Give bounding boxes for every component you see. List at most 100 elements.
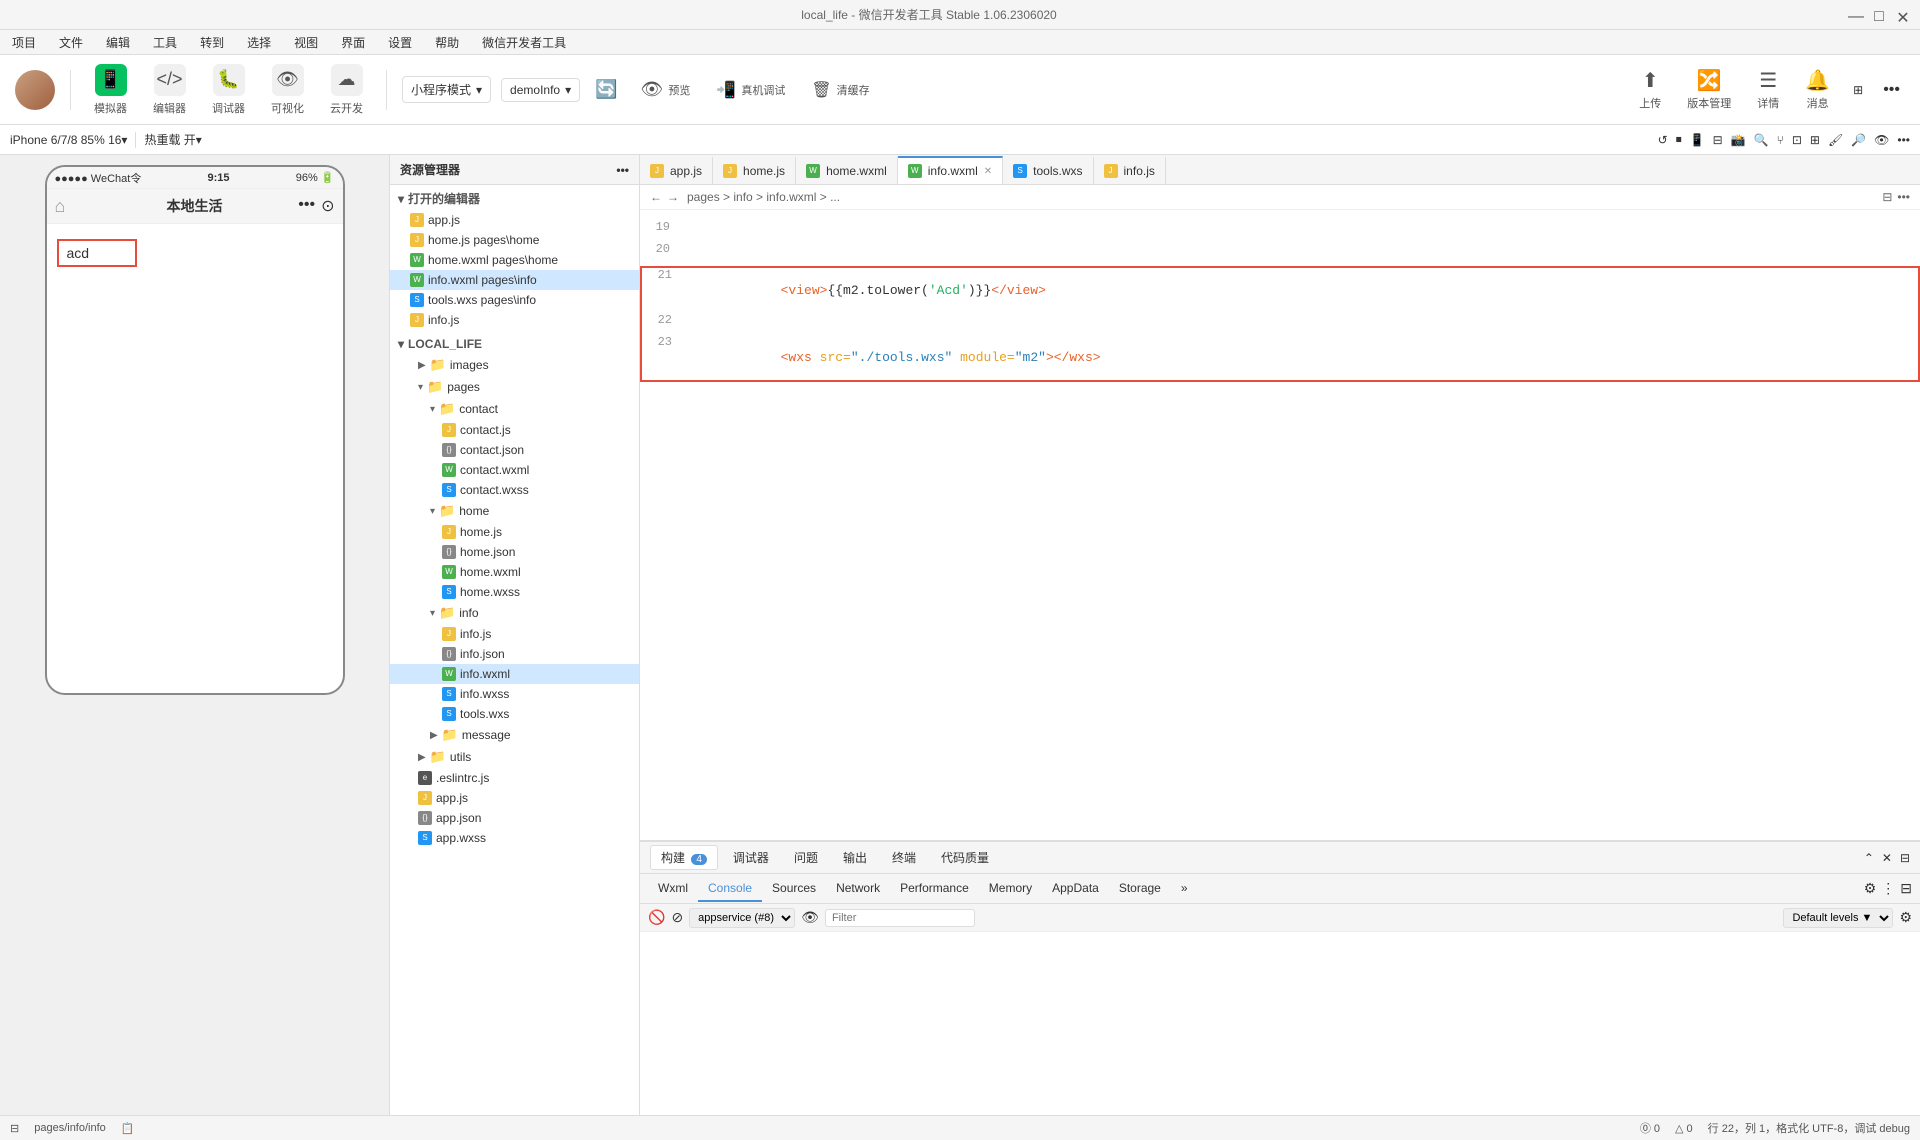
file-contact-wxss[interactable]: S contact.wxss — [390, 480, 639, 500]
cloud-button[interactable]: ☁ 云开发 — [322, 64, 371, 116]
folder-info[interactable]: ▾ 📁 info — [390, 602, 639, 624]
open-file-home-wxml[interactable]: W home.wxml pages\home — [390, 250, 639, 270]
version-manage-button[interactable]: 🔀 版本管理 — [1679, 64, 1739, 115]
file-info-wxss[interactable]: S info.wxss — [390, 684, 639, 704]
phone-icon[interactable]: 📱 — [1690, 133, 1705, 147]
devtools-settings-icon[interactable]: ⚙ — [1864, 880, 1877, 897]
menu-item-help[interactable]: 帮助 — [431, 32, 463, 53]
log-level-select[interactable]: Default levels ▼ — [1783, 908, 1893, 928]
minimize-button[interactable]: — — [1848, 8, 1862, 22]
git-icon[interactable]: ⑂ — [1777, 133, 1784, 147]
menu-item-project[interactable]: 项目 — [8, 32, 40, 53]
phone-menu-icon[interactable]: ••• — [298, 196, 315, 216]
bottom-panel-expand-icon[interactable]: ⌃ — [1864, 851, 1874, 865]
tab-info-wxml[interactable]: W info.wxml ✕ — [898, 156, 1003, 184]
outline-icon[interactable]: ⊟ — [1882, 190, 1892, 204]
phone-close-icon[interactable]: ⊙ — [321, 196, 334, 216]
devtools-tab-appdata[interactable]: AppData — [1042, 876, 1109, 902]
devtools-tab-network[interactable]: Network — [826, 876, 890, 902]
open-file-app-js[interactable]: J app.js — [390, 210, 639, 230]
menu-item-goto[interactable]: 转到 — [196, 32, 228, 53]
devtools-tab-wxml[interactable]: Wxml — [648, 876, 698, 902]
phone-back-icon[interactable]: ⌂ — [55, 196, 66, 217]
file-home-wxss[interactable]: S home.wxss — [390, 582, 639, 602]
bottom-tab-build[interactable]: 构建 4 — [650, 845, 718, 870]
file-tree-more-icon[interactable]: ••• — [616, 163, 629, 177]
console-settings-icon[interactable]: ⚙ — [1899, 909, 1912, 926]
inspect-icon[interactable]: 🔎 — [1851, 133, 1866, 147]
more-editor-icon[interactable]: ••• — [1897, 190, 1910, 204]
console-clear-icon[interactable]: 🚫 — [648, 909, 665, 926]
tab-info-js[interactable]: J info.js — [1094, 156, 1166, 184]
upload-button[interactable]: ⬆ 上传 — [1631, 64, 1669, 115]
project-title[interactable]: ▾ LOCAL_LIFE — [390, 334, 639, 354]
file-home-js[interactable]: J home.js — [390, 522, 639, 542]
clear-cache-button[interactable]: 🗑 清缓存 — [803, 80, 877, 100]
viewable-button[interactable]: 👁 可视化 — [263, 64, 312, 116]
file-info-wxml[interactable]: W info.wxml — [390, 664, 639, 684]
tab-app-js[interactable]: J app.js — [640, 156, 713, 184]
file-contact-json[interactable]: {} contact.json — [390, 440, 639, 460]
line-content-23[interactable]: <wxs src="./tools.wxs" module="m2"></wxs… — [687, 335, 1908, 380]
file-contact-wxml[interactable]: W contact.wxml — [390, 460, 639, 480]
more-toolbar-icon[interactable]: ⊡ — [1792, 133, 1802, 147]
refresh-icon[interactable]: ↺ — [1658, 133, 1668, 147]
bottom-tab-code-quality[interactable]: 代码质量 — [931, 846, 999, 869]
simulator-button[interactable]: 📱 模拟器 — [86, 64, 135, 116]
hot-reload-toggle[interactable]: 热重载 开▾ — [144, 131, 201, 148]
more-second-toolbar-icon[interactable]: ••• — [1897, 133, 1910, 147]
devtools-tab-console[interactable]: Console — [698, 876, 762, 902]
tab-close-icon[interactable]: ✕ — [984, 166, 992, 177]
bottom-tab-output[interactable]: 输出 — [833, 846, 877, 869]
bottom-tab-terminal[interactable]: 终端 — [882, 846, 926, 869]
menu-item-wechat-dev[interactable]: 微信开发者工具 — [478, 32, 570, 53]
tab-tools-wxs[interactable]: S tools.wxs — [1003, 156, 1093, 184]
open-editors-title[interactable]: ▾ 打开的编辑器 — [390, 187, 639, 210]
file-app-js[interactable]: J app.js — [390, 788, 639, 808]
details-button[interactable]: ☰ 详情 — [1749, 64, 1787, 115]
line-content-21[interactable]: <view>{{m2.toLower('Acd')}}</view> — [687, 268, 1908, 313]
device-select[interactable]: iPhone 6/7/8 85% 16▾ — [10, 133, 127, 147]
grid2-icon[interactable]: ⊞ — [1810, 133, 1820, 147]
menu-item-interface[interactable]: 界面 — [337, 32, 369, 53]
open-file-tools-wxs[interactable]: S tools.wxs pages\info — [390, 290, 639, 310]
demo-select[interactable]: demoInfo ▾ — [501, 78, 580, 102]
console-filter-input[interactable] — [825, 909, 975, 927]
nav-back-icon[interactable]: ← — [650, 190, 662, 204]
file-eslintrc[interactable]: e .eslintrc.js — [390, 768, 639, 788]
file-contact-js[interactable]: J contact.js — [390, 420, 639, 440]
open-file-info-js[interactable]: J info.js — [390, 310, 639, 330]
file-app-json[interactable]: {} app.json — [390, 808, 639, 828]
folder-pages[interactable]: ▾ 📁 pages — [390, 376, 639, 398]
screenshot-icon[interactable]: 📸 — [1731, 133, 1746, 147]
menu-item-tools[interactable]: 工具 — [149, 32, 181, 53]
file-home-json[interactable]: {} home.json — [390, 542, 639, 562]
tab-home-wxml[interactable]: W home.wxml — [796, 156, 898, 184]
view-icon[interactable]: 👁 — [1874, 133, 1889, 147]
bottom-tab-issues[interactable]: 问题 — [784, 846, 828, 869]
stop-icon[interactable]: ⏹ — [1676, 132, 1682, 147]
console-filter-icon[interactable]: ⊘ — [671, 909, 683, 926]
folder-images[interactable]: ▶ 📁 images — [390, 354, 639, 376]
file-info-json[interactable]: {} info.json — [390, 644, 639, 664]
settings-small-icon[interactable]: ⊟ — [1713, 133, 1723, 147]
bottom-tab-debugger[interactable]: 调试器 — [723, 846, 779, 869]
user-avatar[interactable] — [15, 70, 55, 110]
console-log-area[interactable] — [640, 932, 1920, 1115]
menu-item-edit[interactable]: 编辑 — [102, 32, 134, 53]
folder-home[interactable]: ▾ 📁 home — [390, 500, 639, 522]
compile-button[interactable]: 🔄 — [590, 79, 622, 100]
menu-item-settings[interactable]: 设置 — [384, 32, 416, 53]
folder-utils[interactable]: ▶ 📁 utils — [390, 746, 639, 768]
eye-icon[interactable]: 👁 — [801, 909, 819, 926]
maximize-button[interactable]: □ — [1872, 8, 1886, 22]
menu-item-file[interactable]: 文件 — [55, 32, 87, 53]
search-icon[interactable]: 🔍 — [1754, 133, 1769, 147]
devtools-tab-more[interactable]: » — [1171, 876, 1198, 902]
brush-icon[interactable]: 🖌 — [1828, 133, 1843, 147]
grid-layout-button[interactable]: ⊞ — [1848, 78, 1868, 102]
preview-button[interactable]: 👁 预览 — [633, 79, 699, 100]
message-button[interactable]: 🔔 消息 — [1797, 64, 1838, 115]
devtools-tab-storage[interactable]: Storage — [1109, 876, 1171, 902]
real-debug-button[interactable]: 📲 真机调试 — [708, 80, 793, 100]
